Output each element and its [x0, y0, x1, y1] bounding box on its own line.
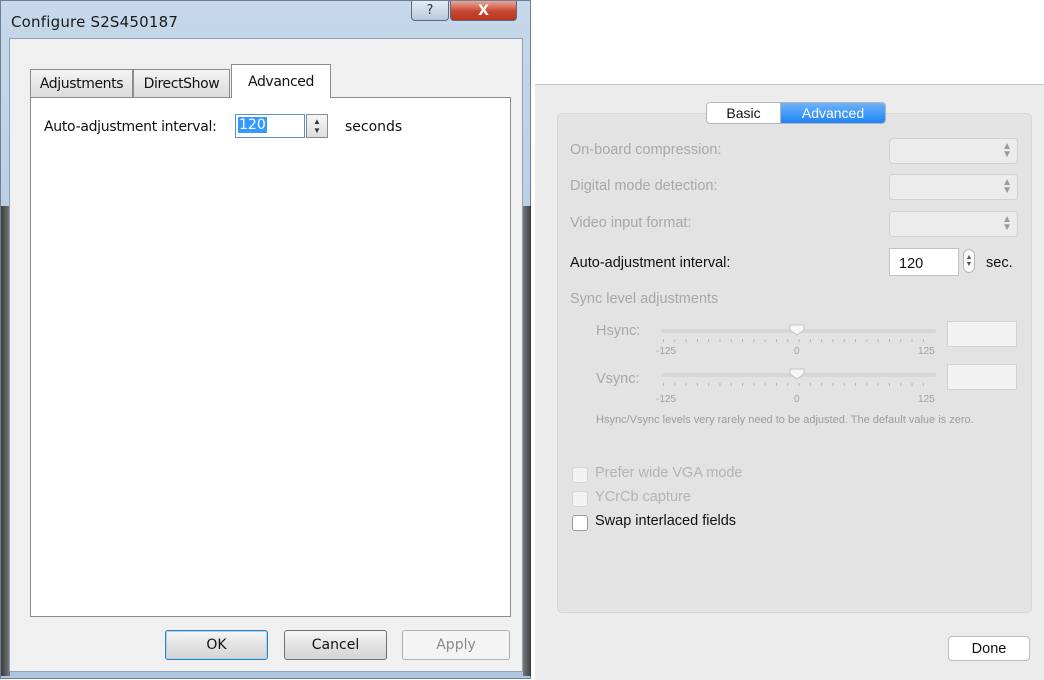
- ycrcb-capture-checkbox: [572, 491, 588, 507]
- digital-mode-popup: ▲ ▼: [889, 174, 1018, 200]
- prefer-wide-vga-checkbox: [572, 467, 588, 483]
- digital-mode-label: Digital mode detection:: [570, 178, 718, 194]
- swap-interlaced-label[interactable]: Swap interlaced fields: [595, 513, 736, 529]
- chevron-updown-icon: ▲ ▼: [1002, 214, 1012, 233]
- interval-spinner[interactable]: ▲ ▼: [306, 114, 328, 138]
- mac-interval-input[interactable]: 120: [889, 248, 959, 276]
- hsync-max-label: 125: [918, 346, 935, 357]
- done-button[interactable]: Done: [948, 636, 1030, 661]
- chevron-updown-icon: ▲ ▼: [1002, 141, 1012, 160]
- advanced-tab-panel: [30, 97, 511, 617]
- hsync-ticks: [663, 339, 934, 342]
- vsync-value-field: [947, 364, 1017, 390]
- video-input-label: Video input format:: [570, 215, 692, 231]
- hsync-slider-thumb: [789, 324, 805, 336]
- apply-button[interactable]: Apply: [402, 630, 510, 660]
- spin-down-icon[interactable]: ▼: [313, 126, 321, 135]
- mac-interval-stepper[interactable]: ▲ ▼: [963, 249, 975, 273]
- help-button[interactable]: ?: [411, 1, 449, 21]
- help-icon: ?: [426, 3, 434, 18]
- hsync-min-label: -125: [656, 346, 677, 357]
- cancel-button[interactable]: Cancel: [284, 630, 387, 660]
- vsync-min-label: -125: [656, 394, 677, 405]
- window-frame-right: [523, 206, 531, 676]
- mac-interval-unit: sec.: [986, 255, 1013, 271]
- hsync-label: Hsync:: [596, 323, 641, 339]
- interval-input[interactable]: 120: [235, 114, 305, 138]
- basic-advanced-segmented-control[interactable]: Basic Advanced: [706, 102, 886, 124]
- hsync-mid-label: 0: [794, 346, 800, 357]
- vsync-max-label: 125: [918, 394, 935, 405]
- sync-heading: Sync level adjustments: [570, 291, 719, 307]
- vsync-mid-label: 0: [794, 394, 800, 405]
- vsync-label: Vsync:: [596, 371, 640, 387]
- compression-popup: ▲ ▼: [889, 138, 1018, 164]
- hsync-value-field: [947, 321, 1017, 347]
- prefer-wide-vga-label: Prefer wide VGA mode: [595, 465, 743, 481]
- segment-basic[interactable]: Basic: [707, 103, 781, 123]
- tab-directshow[interactable]: DirectShow: [133, 69, 230, 97]
- chevron-updown-icon: ▲ ▼: [1002, 177, 1012, 196]
- sync-note: Hsync/Vsync levels very rarely need to b…: [596, 414, 974, 426]
- swap-interlaced-checkbox[interactable]: [572, 515, 588, 531]
- vsync-slider-thumb: [789, 368, 805, 380]
- tab-advanced[interactable]: Advanced: [231, 64, 331, 98]
- ycrcb-capture-label: YCrCb capture: [595, 489, 691, 505]
- interval-label: Auto-adjustment interval:: [44, 119, 217, 135]
- close-button[interactable]: X: [450, 1, 517, 21]
- step-up-icon[interactable]: ▲: [966, 254, 973, 261]
- interval-value: 120: [238, 117, 267, 133]
- close-icon: X: [478, 2, 489, 19]
- ok-button[interactable]: OK: [165, 630, 268, 660]
- spin-up-icon[interactable]: ▲: [313, 117, 321, 126]
- video-input-popup: ▲ ▼: [889, 211, 1018, 237]
- compression-label: On-board compression:: [570, 142, 722, 158]
- interval-unit: seconds: [345, 119, 403, 135]
- segment-advanced[interactable]: Advanced: [781, 103, 885, 123]
- vsync-ticks: [663, 383, 934, 386]
- step-down-icon[interactable]: ▼: [966, 261, 973, 268]
- tab-adjustments[interactable]: Adjustments: [30, 69, 133, 97]
- dialog-title: Configure S2S450187: [11, 13, 179, 31]
- mac-interval-label: Auto-adjustment interval:: [570, 255, 731, 271]
